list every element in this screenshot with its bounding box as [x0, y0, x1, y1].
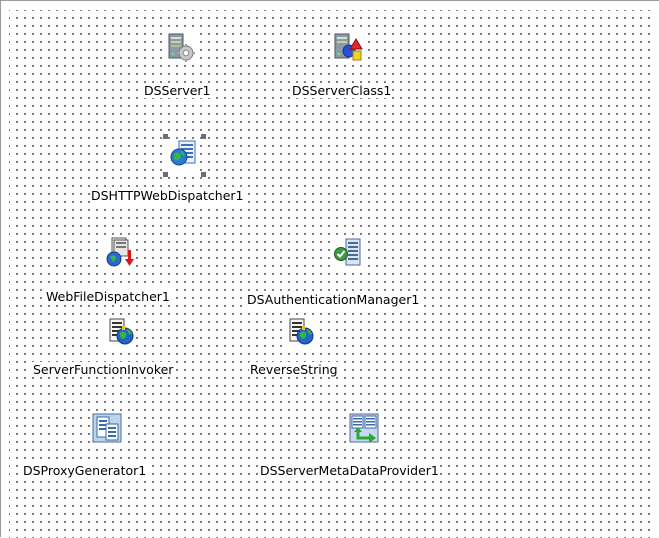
- auth-check-icon[interactable]: [332, 236, 364, 268]
- metadata-provider-icon[interactable]: [348, 412, 380, 444]
- resize-handle[interactable]: [201, 172, 206, 177]
- server-shapes-icon[interactable]: [332, 31, 364, 63]
- component-label: DSServerMetaDataProvider1: [259, 463, 440, 478]
- component-label: DSServer1: [143, 83, 212, 98]
- file-dispatch-icon[interactable]: [104, 236, 136, 268]
- resize-handle[interactable]: [163, 172, 168, 177]
- component-label: ServerFunctionInvoker: [32, 362, 175, 377]
- component-label: DSServerClass1: [291, 83, 393, 98]
- form-designer[interactable]: DSServer1 DSServerClass1 DSHTTPWebDispat…: [0, 0, 659, 538]
- component-label: DSAuthenticationManager1: [246, 292, 421, 307]
- design-grid[interactable]: DSServer1 DSServerClass1 DSHTTPWebDispat…: [9, 10, 653, 538]
- component-label: ReverseString: [249, 362, 339, 377]
- component-label: DSHTTPWebDispatcher1: [90, 188, 245, 203]
- globe-document-icon[interactable]: [168, 139, 200, 171]
- resize-handle[interactable]: [201, 134, 206, 139]
- component-label: DSProxyGenerator1: [22, 463, 148, 478]
- function-globe-icon[interactable]: [284, 315, 316, 347]
- server-gear-icon[interactable]: [164, 31, 196, 63]
- component-label: WebFileDispatcher1: [45, 289, 171, 304]
- proxy-document-icon[interactable]: [91, 412, 123, 444]
- function-globe-icon[interactable]: [104, 315, 136, 347]
